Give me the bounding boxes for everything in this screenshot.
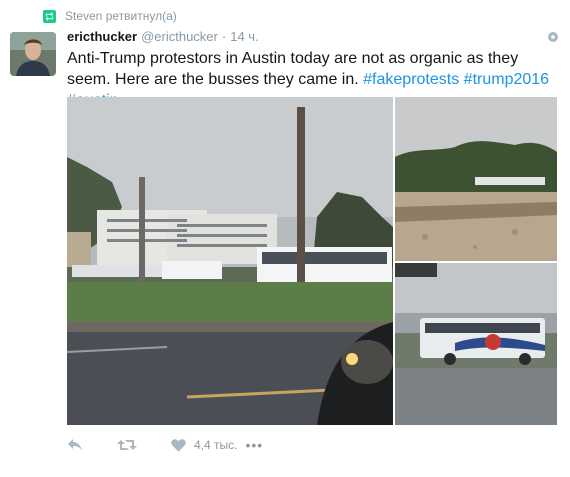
reply-icon: [68, 439, 82, 451]
retweet-label[interactable]: Steven ретвитнул(а): [65, 9, 177, 23]
separator-dot: ·: [221, 29, 227, 44]
retweet-icon: [43, 9, 56, 23]
photo-street-buses[interactable]: [67, 97, 393, 425]
retweet-icon: [117, 440, 137, 450]
photo-bus-rainy[interactable]: [395, 263, 557, 425]
hashtag-link[interactable]: #trump2016: [464, 71, 549, 88]
media-grid: [67, 97, 557, 425]
tweet-timestamp[interactable]: 14 ч.: [230, 29, 258, 44]
options-icon[interactable]: [546, 30, 560, 44]
like-count: 4,4 тыс.: [194, 438, 238, 452]
author-handle[interactable]: @ericthucker: [141, 29, 218, 44]
retweet-button[interactable]: [117, 438, 137, 452]
avatar[interactable]: [10, 32, 56, 76]
tweet-header: ericthucker @ericthucker · 14 ч.: [67, 29, 550, 47]
reply-button[interactable]: [67, 438, 83, 452]
heart-icon: [171, 439, 186, 452]
hashtag-link[interactable]: #fakeprotests: [363, 71, 459, 88]
author-name[interactable]: ericthucker: [67, 29, 137, 44]
retweet-context: Steven ретвитнул(а): [43, 8, 177, 24]
tweet-actions: 4,4 тыс. •••: [67, 435, 297, 455]
photo-empty-lot[interactable]: [395, 97, 557, 261]
like-button[interactable]: 4,4 тыс.: [171, 438, 237, 452]
more-options-icon[interactable]: •••: [245, 437, 263, 453]
